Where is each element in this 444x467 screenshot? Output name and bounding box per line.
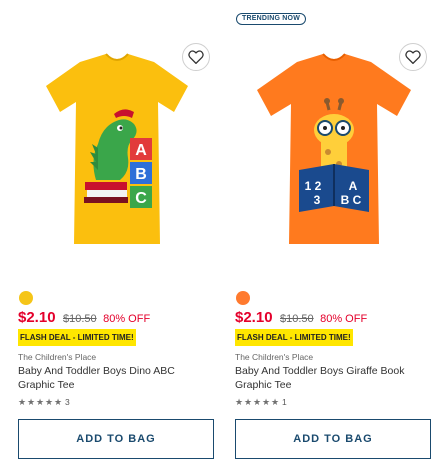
star-icon: ★ [244,397,253,407]
add-to-bag-button[interactable]: ADD TO BAG [235,419,431,459]
svg-text:C: C [135,190,147,207]
discount-label: 80% OFF [320,313,368,325]
product-image[interactable]: 1 2 3 A B C [235,40,433,270]
price-row: $2.10 $10.50 80% OFF [235,309,367,327]
svg-text:B: B [135,166,147,183]
svg-text:3: 3 [314,193,321,207]
sale-price: $2.10 [235,309,273,326]
price-row: $2.10 $10.50 80% OFF [18,309,150,327]
brand-name: The Children's Place [18,352,97,362]
flash-deal-badge: FLASH DEAL - LIMITED TIME! [18,329,136,346]
discount-label: 80% OFF [103,313,151,325]
svg-text:A: A [349,179,358,193]
flash-deal-badge: FLASH DEAL - LIMITED TIME! [235,329,353,346]
star-icon: ★ [27,397,36,407]
star-icon: ★ [18,397,27,407]
star-rating: ★ ★ ★ ★ ★ [18,398,63,407]
star-icon: ★ [253,397,262,407]
original-price: $10.50 [280,313,314,325]
add-to-bag-button[interactable]: ADD TO BAG [18,419,214,459]
product-name-link[interactable]: Baby And Toddler Boys Giraffe Book Graph… [235,364,425,392]
brand-name: The Children's Place [235,352,314,362]
product-image[interactable]: A B C [18,40,216,270]
review-count: 1 [282,397,287,407]
star-icon: ★ [271,397,280,407]
wishlist-heart-button[interactable] [399,43,427,71]
trending-badge: TRENDING NOW [236,13,307,25]
product-card-dino[interactable]: A B C $2.10 $10.50 80% OFF FLASH DEAL - … [18,0,216,467]
star-icon: ★ [235,397,244,407]
star-icon: ★ [54,397,63,407]
sale-price: $2.10 [18,309,56,326]
original-price: $10.50 [63,313,97,325]
star-icon: ★ [45,397,54,407]
product-name-link[interactable]: Baby And Toddler Boys Dino ABC Graphic T… [18,364,208,392]
star-rating: ★ ★ ★ ★ ★ [235,398,280,407]
review-count: 3 [65,397,70,407]
heart-icon [405,50,421,64]
rating[interactable]: ★ ★ ★ ★ ★ 3 [18,398,70,407]
star-icon: ★ [36,397,45,407]
rating[interactable]: ★ ★ ★ ★ ★ 1 [235,398,287,407]
svg-text:B C: B C [341,193,362,207]
product-card-giraffe[interactable]: TRENDING NOW 1 2 3 A B C $2.10 $10.50 80… [235,0,433,467]
color-swatch[interactable] [236,291,250,305]
heart-icon [188,50,204,64]
color-swatch[interactable] [19,291,33,305]
wishlist-heart-button[interactable] [182,43,210,71]
svg-text:A: A [135,142,147,159]
star-icon: ★ [262,397,271,407]
svg-text:1 2: 1 2 [305,179,322,193]
